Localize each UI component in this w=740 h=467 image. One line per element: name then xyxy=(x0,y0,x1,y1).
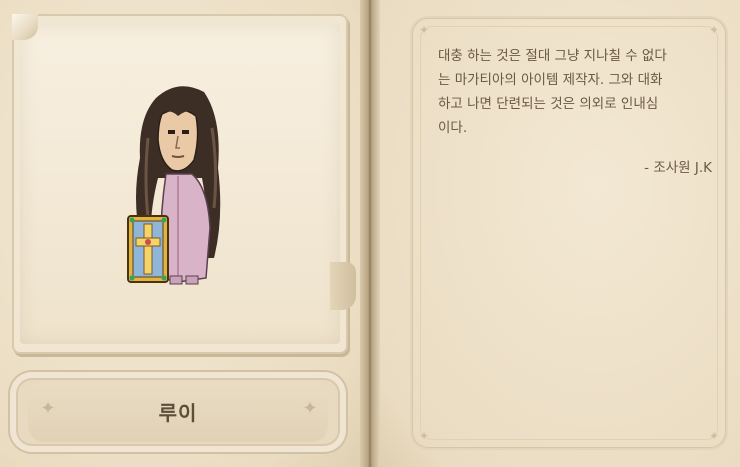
page-curl-bottom-right xyxy=(330,262,356,310)
book-spine xyxy=(360,0,380,467)
npc-portrait-icon xyxy=(127,86,221,285)
npc-nameplate: ✦ 루이 ✦ xyxy=(10,372,346,452)
corner-ornament-icon: ✦ xyxy=(418,23,430,37)
description-signature: - 조사원 J.K xyxy=(644,160,712,176)
corner-ornament-icon: ✦ xyxy=(418,429,430,443)
npc-description: 대충 하는 것은 절대 그냥 지나칠 수 없다 는 마가티아의 아이템 제작자.… xyxy=(438,48,667,136)
npc-name: 루이 xyxy=(158,401,198,425)
sparkle-right-icon: ✦ xyxy=(302,398,318,419)
corner-ornament-icon: ✦ xyxy=(708,23,720,37)
npc-book: ✦ 루이 ✦ ✦ ✦ ✦ ✦ 대충 하는 것은 절대 그냥 지나칠 수 없다 는… xyxy=(0,0,740,467)
corner-ornament-icon: ✦ xyxy=(708,429,720,443)
